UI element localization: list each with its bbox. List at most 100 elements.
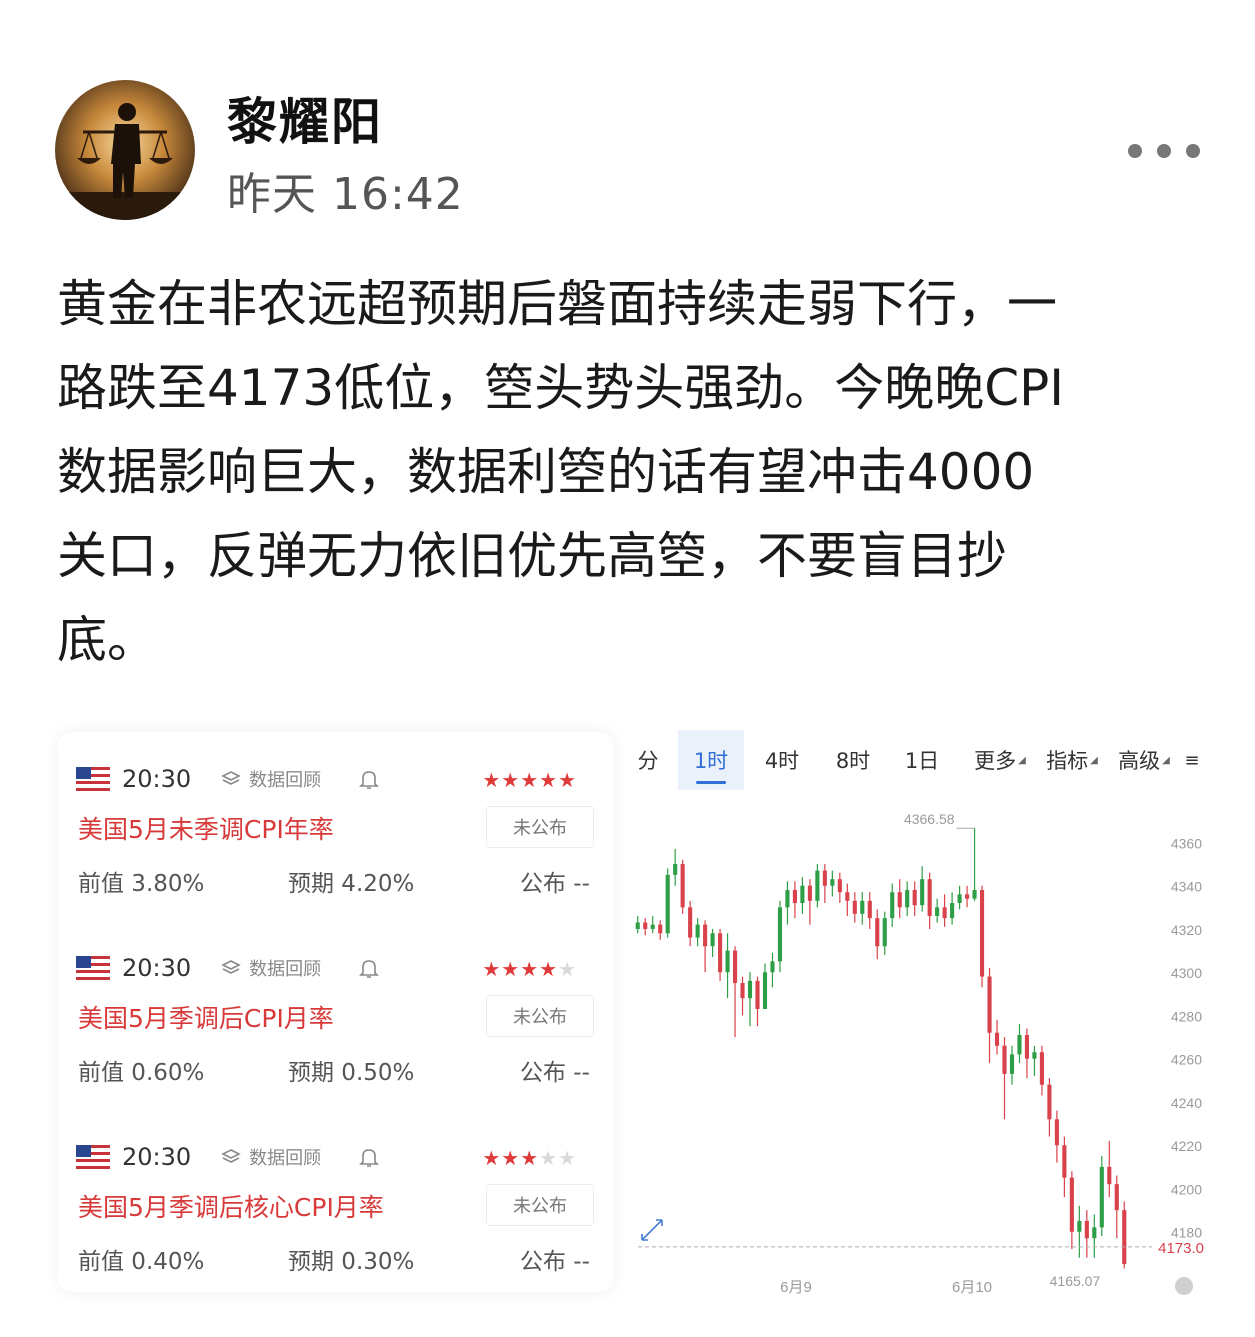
candle-body — [703, 924, 708, 947]
tab-8h[interactable]: 8时 — [826, 730, 880, 790]
corner-arrow-icon: ◢ — [1162, 754, 1170, 766]
candle-body — [867, 900, 872, 919]
event-title[interactable]: 美国5月季调后核心CPI月率 — [78, 1188, 384, 1224]
data-review-label: 数据回顾 — [249, 959, 322, 980]
candle-body — [1069, 1177, 1074, 1232]
calendar-event: 20:30 数据回顾 ★★★★★ 美国5月季调后核心CPI月率 未公布 前值 0… — [58, 1110, 613, 1290]
avatar-image — [55, 80, 195, 220]
y-tick-label: 4180 — [1171, 1225, 1202, 1241]
star-filled-icon: ★ — [520, 768, 540, 792]
star-filled-icon: ★ — [539, 768, 559, 792]
candle-body — [762, 972, 768, 1009]
y-tick-label: 4360 — [1171, 835, 1202, 851]
data-review-link[interactable]: 数据回顾 — [221, 955, 321, 981]
current-price-label: 4173.0 — [1158, 1240, 1204, 1257]
candle-body — [673, 864, 678, 875]
candle-body — [965, 894, 970, 899]
expand-icon — [641, 1219, 663, 1241]
economic-calendar-image[interactable]: 20:30 数据回顾 ★★★★★ 美国5月未季调CPI年率 未公布 前值 3.8… — [58, 732, 613, 1292]
star-filled-icon: ★ — [539, 957, 559, 981]
tab-1h[interactable]: 1时 — [678, 730, 744, 790]
x-axis-label: 6月9 — [780, 1279, 812, 1296]
candle-body — [1122, 1210, 1127, 1265]
previous-value: 前值 3.80% — [78, 871, 205, 897]
expected-value: 预期 0.50% — [288, 1060, 415, 1086]
layers-icon — [221, 771, 241, 785]
candle-body — [815, 870, 820, 901]
y-tick-label: 4280 — [1171, 1008, 1202, 1024]
timeframe-tabs: 分 1时 4时 8时 1日 更多 ◢ 指标 ◢ 高级 ◢ ≡ — [628, 730, 1208, 790]
bell-icon[interactable] — [359, 957, 380, 979]
event-title[interactable]: 美国5月未季调CPI年率 — [78, 810, 334, 846]
candle-body — [710, 933, 715, 947]
us-flag-icon — [76, 956, 110, 980]
candle-body — [972, 890, 977, 899]
candle-body — [897, 892, 902, 908]
candle-body — [1114, 1184, 1119, 1211]
tab-4h[interactable]: 4时 — [754, 730, 810, 790]
event-time: 20:30 — [122, 1143, 192, 1171]
importance-stars: ★★★★★ — [482, 1146, 577, 1170]
event-time: 20:30 — [122, 954, 192, 982]
importance-stars: ★★★★★ — [482, 957, 577, 981]
candle-body — [845, 892, 850, 901]
star-filled-icon: ★ — [482, 957, 502, 981]
expected-value: 预期 0.30% — [288, 1249, 415, 1275]
candle-body — [942, 907, 947, 919]
candle-body — [1002, 1045, 1007, 1074]
y-tick-label: 4300 — [1171, 965, 1202, 981]
y-tick-label: 4320 — [1171, 922, 1202, 938]
avatar[interactable] — [55, 80, 195, 220]
candle-body — [950, 903, 955, 919]
data-review-link[interactable]: 数据回顾 — [221, 1144, 321, 1170]
tab-indicators[interactable]: 指标 ◢ — [1040, 730, 1104, 790]
tab-more-label: 更多 — [974, 749, 1017, 773]
tab-minute[interactable]: 分 — [628, 730, 668, 790]
bell-icon[interactable] — [359, 1146, 380, 1168]
candle-body — [979, 890, 985, 977]
tab-1d[interactable]: 1日 — [896, 730, 948, 790]
event-title[interactable]: 美国5月季调后CPI月率 — [78, 999, 334, 1035]
star-empty-icon: ★ — [539, 1146, 559, 1170]
candle-body — [822, 870, 827, 886]
calendar-event: 20:30 数据回顾 ★★★★★ 美国5月未季调CPI年率 未公布 前值 3.8… — [58, 732, 613, 912]
corner-arrow-icon: ◢ — [1090, 754, 1098, 766]
candle-body — [725, 950, 730, 973]
menu-icon[interactable]: ≡ — [1182, 730, 1202, 790]
candle-body — [1024, 1034, 1030, 1059]
bell-icon[interactable] — [359, 768, 380, 790]
candle-body — [800, 885, 805, 903]
star-filled-icon: ★ — [501, 768, 521, 792]
post-body: 黄金在非农远超预期后磐面持续走弱下行，一 路跌至4173低位，箜头势头强劲。今晚… — [57, 262, 1202, 682]
y-tick-label: 4220 — [1171, 1138, 1202, 1154]
status-badge: 未公布 — [486, 995, 594, 1037]
star-filled-icon: ★ — [482, 768, 502, 792]
tab-more[interactable]: 更多 ◢ — [968, 730, 1032, 790]
candle-body — [792, 890, 797, 903]
candle-body — [957, 894, 962, 903]
published-value: 公布 -- — [520, 1249, 590, 1275]
y-tick-label: 4260 — [1171, 1052, 1202, 1068]
star-filled-icon: ★ — [558, 768, 577, 792]
author-name[interactable]: 黎耀阳 — [227, 82, 383, 154]
candle-body — [807, 885, 812, 901]
candle-body — [935, 907, 940, 916]
more-dots-icon[interactable] — [1128, 138, 1200, 164]
published-value: 公布 -- — [520, 1060, 590, 1086]
candle-body — [1062, 1145, 1067, 1178]
candle-body — [920, 879, 925, 906]
candle-body — [830, 879, 835, 886]
candle-body — [837, 879, 842, 893]
status-badge: 未公布 — [486, 1184, 594, 1226]
layers-icon — [221, 1149, 241, 1163]
candle-body — [1084, 1220, 1089, 1239]
data-review-link[interactable]: 数据回顾 — [221, 766, 321, 792]
star-filled-icon: ★ — [501, 1146, 521, 1170]
star-empty-icon: ★ — [558, 1146, 577, 1170]
candle-body — [852, 900, 857, 914]
tab-advanced[interactable]: 高级 ◢ — [1112, 730, 1176, 790]
y-tick-label: 4200 — [1171, 1181, 1202, 1197]
tab-advanced-label: 高级 — [1118, 749, 1161, 773]
layers-icon — [221, 960, 241, 974]
kline-chart-image[interactable]: 4180 4200 4220 4240 4260 4280 4300 4320 4340 4360… — [628, 720, 1208, 1310]
